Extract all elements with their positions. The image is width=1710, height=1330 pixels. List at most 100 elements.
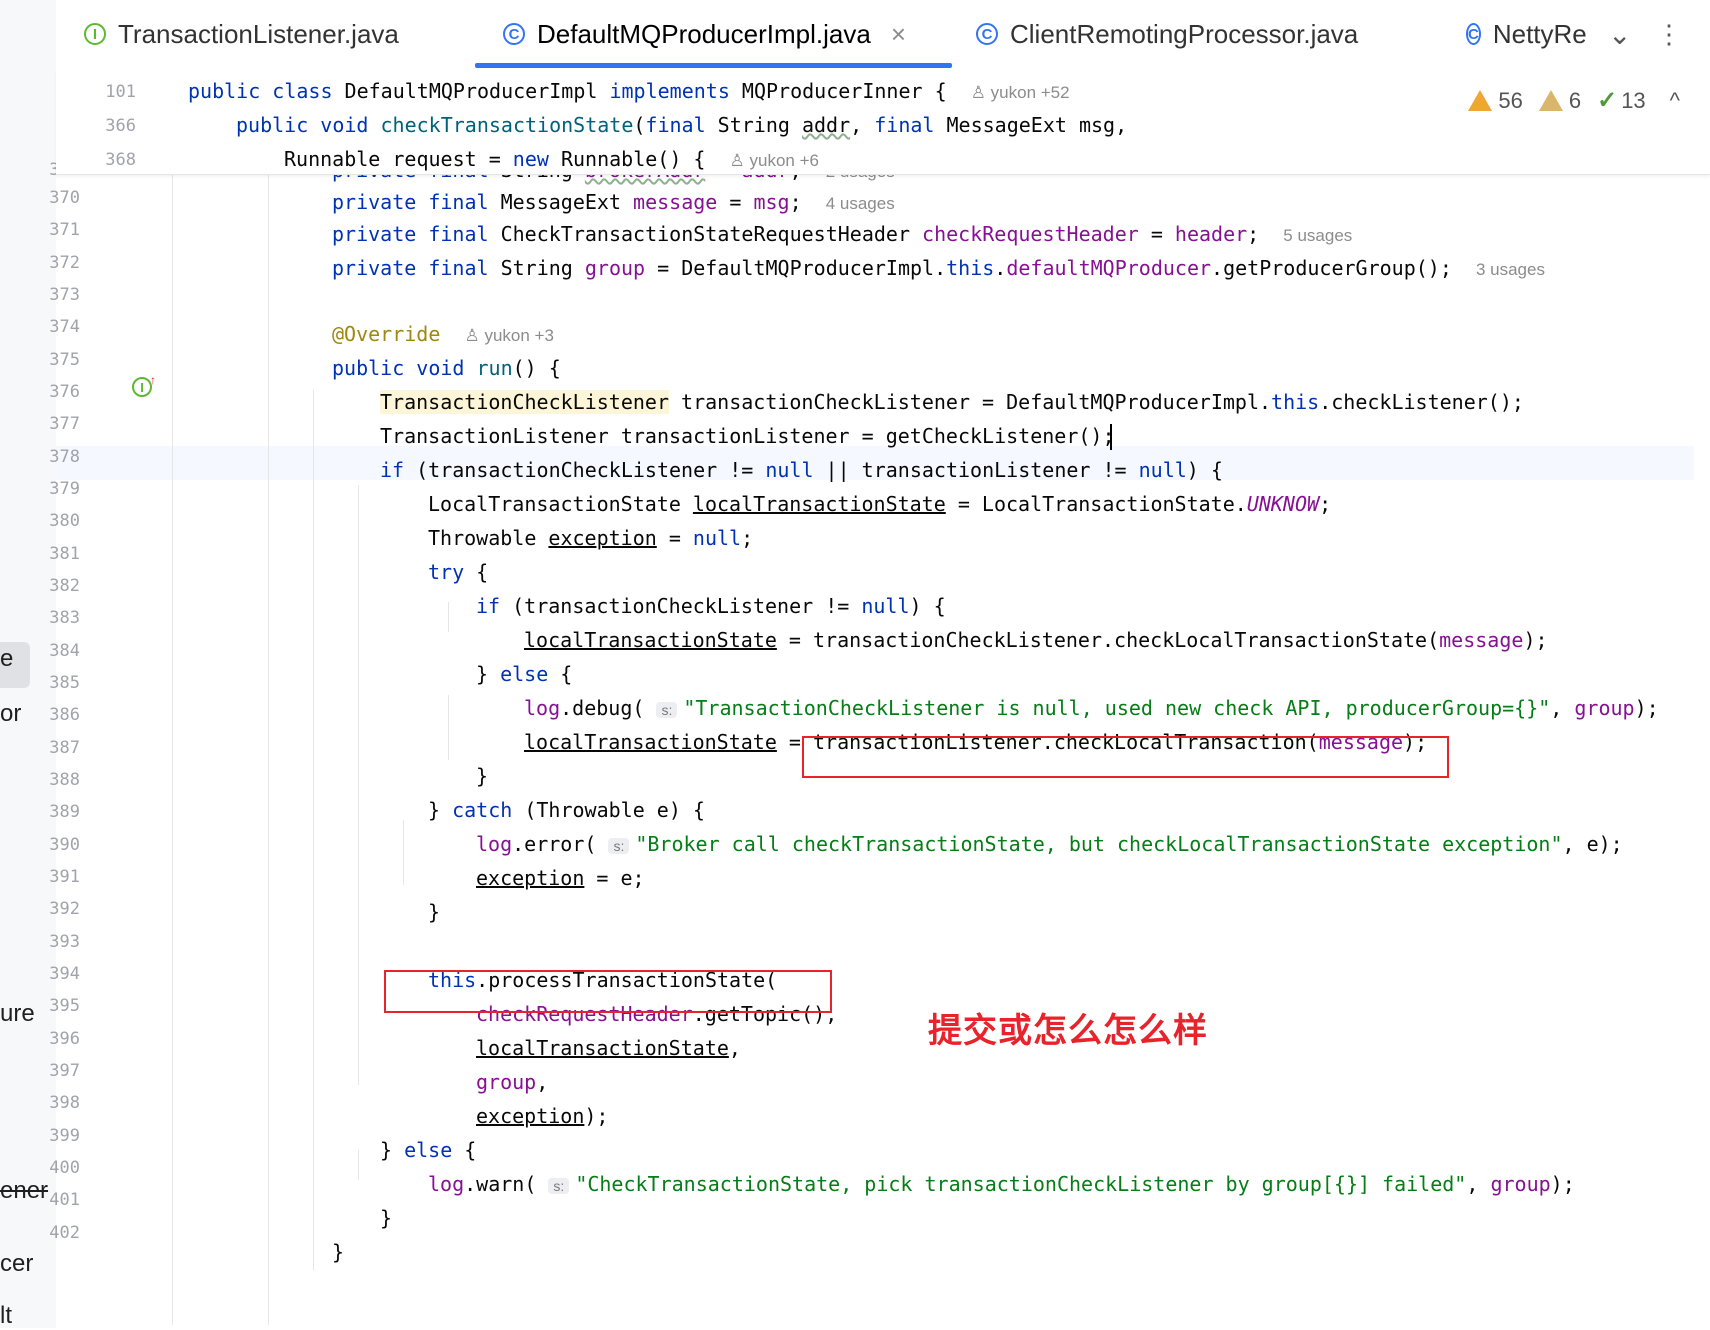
code-line-400: }	[380, 1206, 393, 1230]
line-number: 392	[49, 899, 80, 919]
inspection-widget[interactable]: 56 6 ✓ 13 ^	[1468, 86, 1680, 115]
code-line-383: localTransactionState = transactionCheck…	[524, 628, 1548, 652]
editor-scrollbar[interactable]	[1694, 175, 1710, 1320]
tab-client-remoting-processor[interactable]: C ClientRemotingProcessor.java	[976, 0, 1358, 68]
parameter-hint: s:	[548, 1177, 570, 1194]
usages-hint[interactable]: 3 usages	[1476, 260, 1545, 279]
code-line-372: private final String group = DefaultMQPr…	[332, 256, 1545, 280]
line-number: 388	[49, 770, 80, 790]
line-number: 389	[49, 802, 80, 822]
line-number: 370	[49, 188, 80, 208]
class-icon: C	[976, 23, 998, 45]
indent-guide	[313, 390, 314, 1270]
project-item-fragment[interactable]: e	[0, 645, 13, 673]
project-item-fragment[interactable]: cer	[0, 1250, 33, 1278]
line-number: 381	[49, 544, 80, 564]
line-number: 401	[49, 1190, 80, 1210]
indent-guide	[448, 695, 449, 760]
tab-netty-remoting[interactable]: C NettyRem	[1466, 0, 1586, 68]
weak-warning-icon	[1538, 90, 1563, 111]
implements-interface-icon[interactable]: I	[132, 377, 152, 397]
line-number: 377	[49, 414, 80, 434]
code-line-390: exception = e;	[476, 866, 645, 890]
line-number: 376	[49, 382, 80, 402]
line-number: 375	[49, 350, 80, 370]
code-line-389: log.error( s: "Broker call checkTransacti…	[476, 832, 1623, 856]
author-hint[interactable]: ♙ yukon +52	[971, 83, 1070, 102]
line-number: 380	[49, 511, 80, 531]
code-line-375: public void run() {	[332, 356, 561, 380]
line-number: 387	[49, 738, 80, 758]
parameter-hint: s:	[608, 837, 630, 854]
line-number: 386	[49, 705, 80, 725]
line-number: 384	[49, 641, 80, 661]
author-hint[interactable]: ♙ yukon +3	[464, 326, 553, 345]
sticky-line-368[interactable]: Runnable request = new Runnable() { ♙ yu…	[284, 147, 819, 171]
line-number: 374	[49, 317, 80, 337]
line-number: 383	[49, 608, 80, 628]
line-number: 371	[49, 220, 80, 240]
line-number: 396	[49, 1029, 80, 1049]
project-item-fragment[interactable]: lt	[0, 1302, 12, 1330]
code-line-381: try {	[428, 560, 489, 584]
author-hint[interactable]: ♙ yukon +6	[730, 151, 819, 170]
arrow-up-icon: ↑	[150, 373, 156, 387]
indent-guide	[403, 820, 404, 885]
editor-tab-bar: I TransactionListener.java C DefaultMQPr…	[56, 0, 1710, 71]
gutter-separator	[172, 175, 173, 1325]
tab-transaction-listener[interactable]: I TransactionListener.java	[84, 0, 399, 68]
line-number: 390	[49, 835, 80, 855]
author-name: yukon +6	[749, 151, 819, 170]
code-line-376: TransactionCheckListener transactionChec…	[380, 390, 1524, 414]
usages-hint[interactable]: 5 usages	[1283, 226, 1352, 245]
code-line-396: group,	[476, 1070, 549, 1094]
debug-string: "TransactionCheckListener is null, used …	[683, 696, 1551, 720]
line-number: 379	[49, 479, 80, 499]
warning-count: 56	[1498, 87, 1523, 113]
code-line-384: } else {	[476, 662, 573, 686]
error-string: "Broker call checkTransactionState, but …	[635, 832, 1563, 856]
class-icon: C	[1466, 23, 1481, 45]
annotation-box-process-transaction-state	[384, 970, 832, 1013]
chevron-down-icon[interactable]: ⌄	[1608, 0, 1631, 68]
indent-guide	[448, 602, 449, 632]
code-line-377: TransactionListener transactionListener …	[380, 424, 1115, 448]
line-number: 391	[49, 867, 80, 887]
line-number: 395	[49, 996, 80, 1016]
tab-label: NettyRem	[1492, 18, 1586, 49]
more-vertical-icon[interactable]: ⋮	[1656, 0, 1682, 68]
code-line-397: exception);	[476, 1104, 609, 1128]
sticky-line-101[interactable]: public class DefaultMQProducerImpl imple…	[188, 79, 1070, 103]
code-line-378: if (transactionCheckListener != null || …	[380, 458, 1223, 482]
code-line-382: if (transactionCheckListener != null) {	[476, 594, 946, 618]
line-number: 372	[49, 253, 80, 273]
code-line-388: } catch (Throwable e) {	[428, 798, 705, 822]
line-number: 101	[105, 82, 136, 102]
code-line-371: private final CheckTransactionStateReque…	[332, 222, 1353, 246]
author-name: yukon +3	[484, 326, 554, 345]
usages-hint[interactable]: 4 usages	[826, 194, 895, 213]
text-caret	[1110, 424, 1112, 450]
sticky-scroll-header: 101 public class DefaultMQProducerImpl i…	[56, 70, 1710, 175]
code-line-391: }	[428, 900, 441, 924]
typo-count: 13	[1621, 87, 1646, 113]
close-icon[interactable]: ×	[891, 19, 906, 50]
line-number: 393	[49, 932, 80, 952]
tab-label: TransactionListener.java	[118, 18, 399, 49]
code-line-387: }	[476, 764, 489, 788]
project-item-fragment[interactable]: or	[0, 700, 21, 728]
active-tab-indicator	[475, 63, 952, 68]
line-number: 399	[49, 1126, 80, 1146]
line-number: 373	[49, 285, 80, 305]
line-number: 400	[49, 1158, 80, 1178]
parameter-hint: s:	[656, 701, 678, 718]
line-number: 394	[49, 964, 80, 984]
weak-warning-count: 6	[1568, 87, 1582, 113]
code-line-374: @Override ♙ yukon +3	[332, 322, 554, 346]
code-line-398: } else {	[380, 1138, 477, 1162]
interface-icon: I	[84, 23, 106, 45]
tab-default-mq-producer-impl[interactable]: C DefaultMQProducerImpl.java ×	[503, 0, 906, 68]
sticky-line-366[interactable]: public void checkTransactionState(final …	[236, 113, 1127, 137]
chevron-up-icon[interactable]: ^	[1670, 88, 1680, 114]
line-number: 398	[49, 1093, 80, 1113]
